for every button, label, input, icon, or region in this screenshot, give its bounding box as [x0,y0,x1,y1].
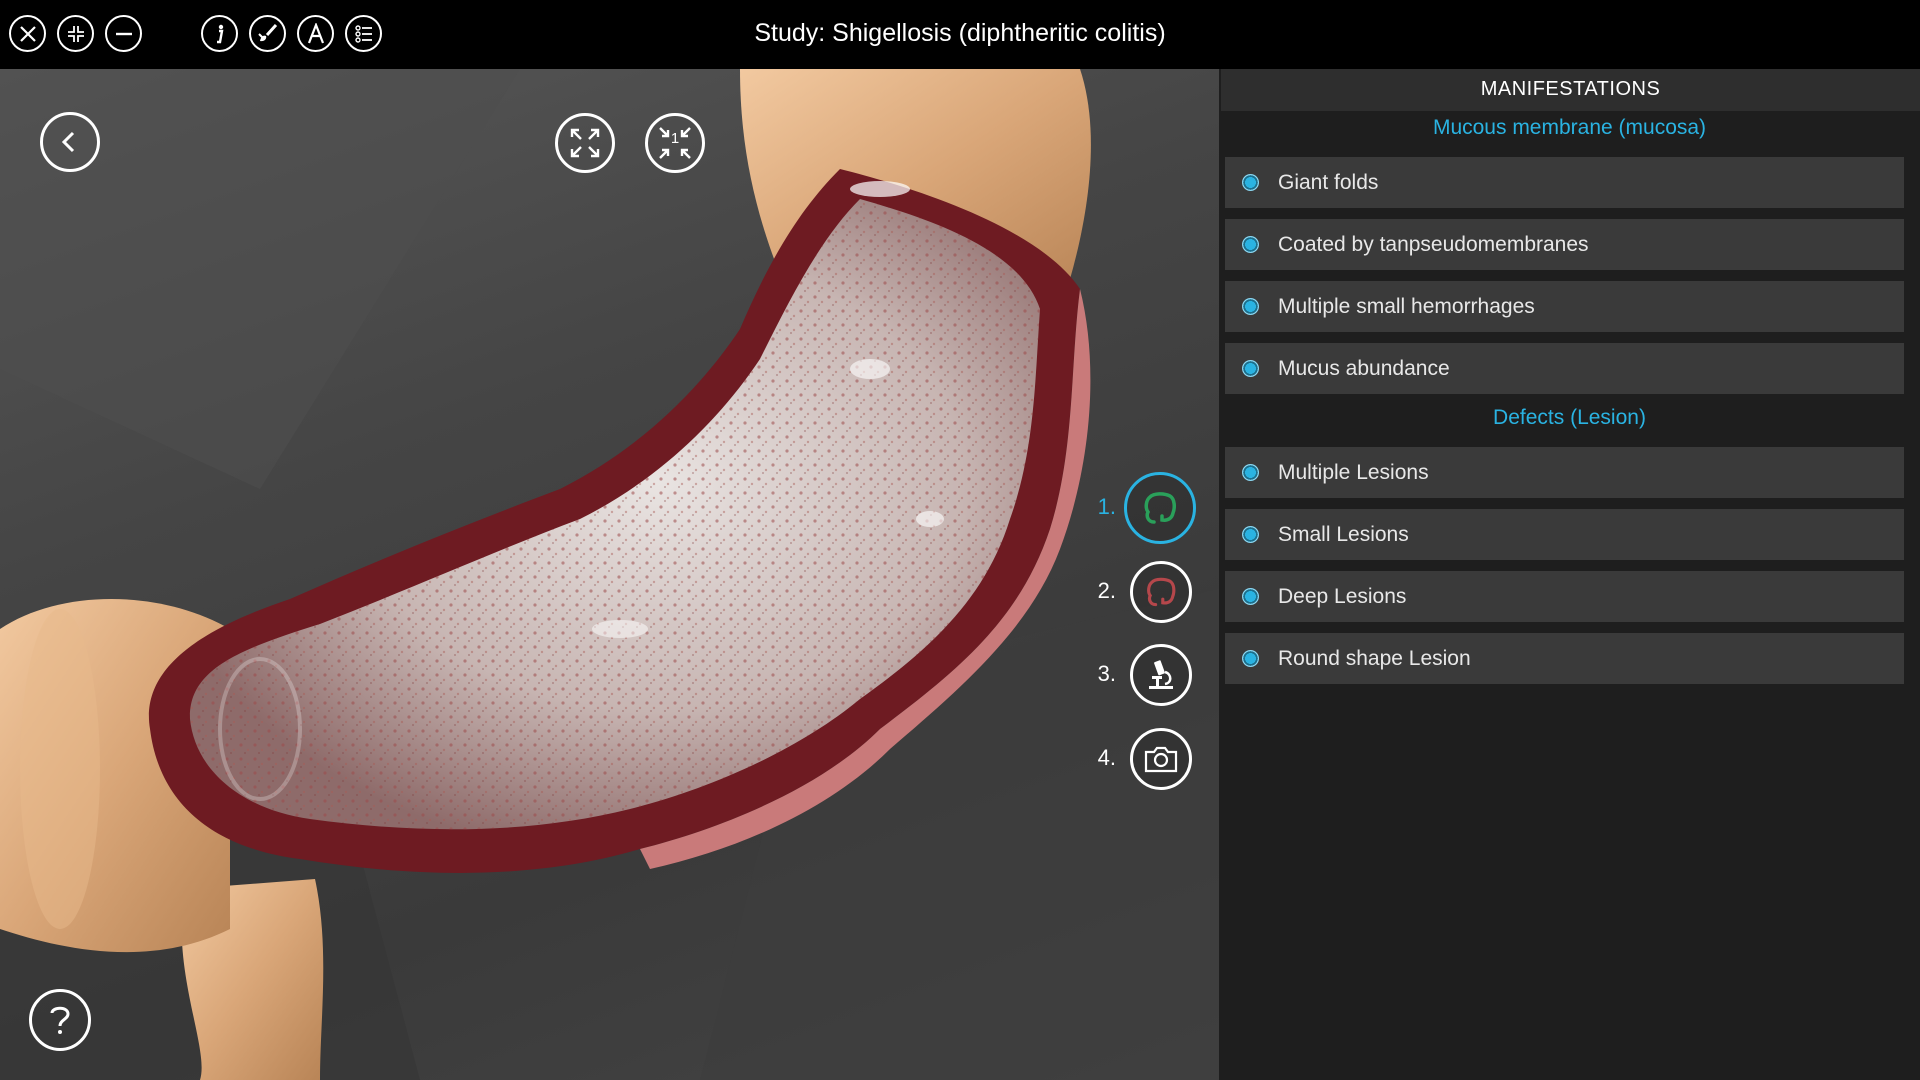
item-label: Multiple Lesions [1278,461,1429,484]
manifestation-item[interactable]: Mucus abundance [1225,343,1904,394]
view-item-2[interactable]: 2. [1080,558,1219,630]
3d-viewport[interactable]: 1 1. 2. 3. 4. [0,69,1219,1080]
view-2-button[interactable] [1130,561,1192,623]
minimize-icon[interactable] [105,15,142,52]
section-title-lesion: Defects (Lesion) [1493,406,1646,429]
panel-header: MANIFESTATIONS [1221,69,1920,111]
help-button[interactable] [29,989,91,1051]
manifestation-item[interactable]: Coated by tanpseudomembranes [1225,219,1904,270]
expand-icon [570,128,600,158]
microscope-icon [1149,660,1173,689]
view-number: 3. [1097,661,1116,686]
bullet-icon [1242,526,1259,543]
view-1-button[interactable] [1124,472,1196,544]
manifestation-item[interactable]: Multiple small hemorrhages [1225,281,1904,332]
close-icon[interactable] [9,15,46,52]
item-label: Coated by tanpseudomembranes [1278,233,1589,256]
manifestation-item[interactable]: Multiple Lesions [1225,447,1904,498]
view-4-button[interactable] [1130,728,1192,790]
back-button[interactable] [40,112,100,172]
fullscreen-button[interactable] [555,113,615,173]
view-item-4[interactable]: 4. [1080,725,1219,797]
view-number: 2. [1097,578,1116,603]
item-label: Multiple small hemorrhages [1278,295,1535,318]
question-icon [50,1006,70,1034]
manifestation-item[interactable]: Small Lesions [1225,509,1904,560]
item-label: Mucus abundance [1278,357,1450,380]
list-icon[interactable] [345,15,382,52]
reset-view-badge: 1 [670,130,680,147]
view-item-1[interactable]: 1. [1080,472,1219,546]
item-label: Small Lesions [1278,523,1409,546]
bullet-icon [1242,360,1259,377]
chevron-left-icon [61,131,75,153]
manifestation-item[interactable]: Round shape Lesion [1225,633,1904,684]
item-label: Deep Lesions [1278,585,1407,608]
bullet-icon [1242,588,1259,605]
colon-3d-model[interactable] [0,69,1219,1080]
view-number: 4. [1097,745,1116,770]
view-3-button[interactable] [1130,644,1192,706]
colon-icon [1144,492,1176,524]
manifestation-item[interactable]: Giant folds [1225,157,1904,208]
brush-icon[interactable] [249,15,286,52]
bullet-icon [1242,464,1259,481]
view-item-3[interactable]: 3. [1080,641,1219,713]
manifestations-panel: MANIFESTATIONS Mucous membrane (mucosa) … [1219,69,1920,1080]
colon-icon [1147,577,1176,607]
bullet-icon [1242,174,1259,191]
manifestation-item[interactable]: Deep Lesions [1225,571,1904,622]
annotation-icon[interactable] [297,15,334,52]
reset-view-button[interactable]: 1 [645,113,705,173]
camera-icon [1144,746,1178,773]
top-bar: Study: Shigellosis (diphtheritic colitis… [0,0,1920,69]
info-icon[interactable] [201,15,238,52]
item-label: Giant folds [1278,171,1379,194]
view-number: 1. [1097,494,1116,519]
bullet-icon [1242,236,1259,253]
study-title: Study: Shigellosis (diphtheritic colitis… [754,19,1166,47]
bullet-icon [1242,298,1259,315]
item-label: Round shape Lesion [1278,647,1471,670]
collapse-icon[interactable] [57,15,94,52]
bullet-icon [1242,650,1259,667]
section-title-mucosa: Mucous membrane (mucosa) [1432,116,1707,139]
